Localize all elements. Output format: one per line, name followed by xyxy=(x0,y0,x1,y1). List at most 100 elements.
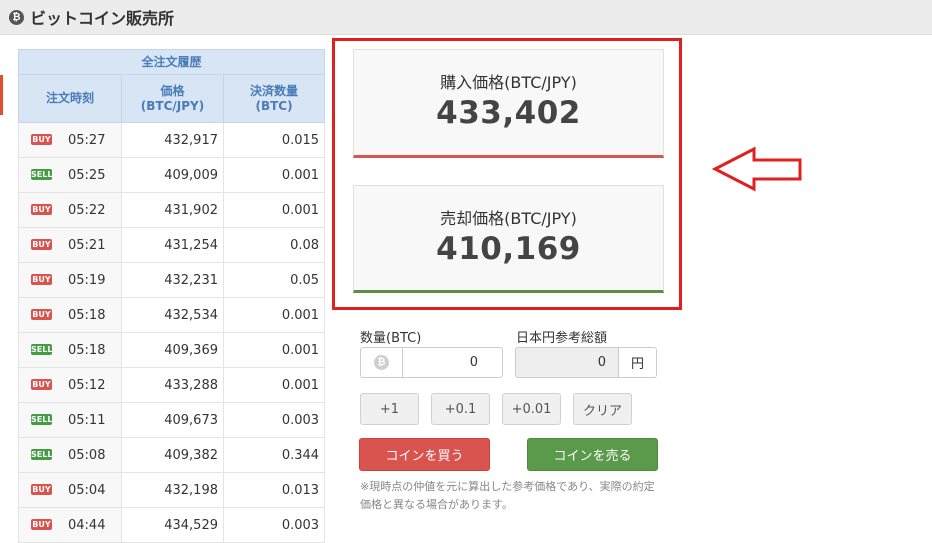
jpy-input-group: 円 xyxy=(515,347,657,378)
buy-price-label: 購入価格(BTC/JPY) xyxy=(440,73,577,92)
table-row: BUY 05:04 432,198 0.013 xyxy=(18,472,326,508)
order-price: 409,382 xyxy=(121,437,224,473)
order-time: 05:08 xyxy=(68,447,106,463)
side-badge: SELL xyxy=(31,448,53,460)
order-time: 05:25 xyxy=(68,167,106,183)
order-time: 05:18 xyxy=(68,307,106,323)
sell-coin-button[interactable]: コインを売る xyxy=(527,438,658,471)
left-arrow-icon xyxy=(712,146,802,192)
sell-price-card: 売却価格(BTC/JPY) 410,169 xyxy=(353,185,664,293)
order-quantity: 0.001 xyxy=(223,192,326,228)
quantity-label: 数量(BTC) xyxy=(360,331,422,346)
order-history-table: 全注文履歴 注文時刻 価格 (BTC/JPY) 決済数量 (BTC) BUY 05:2… xyxy=(17,49,326,543)
order-time-cell: BUY 05:22 xyxy=(18,192,122,228)
column-header-price: 価格 (BTC/JPY) xyxy=(121,74,224,123)
page-title: ビットコイン販売所 xyxy=(30,9,175,28)
order-time: 05:12 xyxy=(68,377,106,393)
title-bar: ₿ ビットコイン販売所 xyxy=(0,0,932,35)
order-time-cell: BUY 05:21 xyxy=(18,227,122,263)
sell-price-value: 410,169 xyxy=(436,231,581,267)
order-quantity: 0.003 xyxy=(223,402,326,438)
side-badge: BUY xyxy=(31,483,52,495)
order-quantity: 0.001 xyxy=(223,297,326,333)
order-time-cell: BUY 05:19 xyxy=(18,262,122,298)
order-quantity: 0.05 xyxy=(223,262,326,298)
order-price: 431,902 xyxy=(121,192,224,228)
order-time: 05:04 xyxy=(68,482,106,498)
order-history-header: 全注文履歴 xyxy=(17,49,326,75)
side-badge: BUY xyxy=(31,378,52,390)
side-tab-indicator xyxy=(0,75,3,115)
order-quantity: 0.344 xyxy=(223,437,326,473)
quantity-input-group: ₿ xyxy=(360,347,503,378)
order-quantity: 0.013 xyxy=(223,472,326,508)
clear-button[interactable]: クリア xyxy=(573,393,632,425)
column-header-quantity: 決済数量 (BTC) xyxy=(222,74,326,123)
buy-coin-button[interactable]: コインを買う xyxy=(359,438,490,471)
table-row: BUY 05:12 433,288 0.001 xyxy=(18,367,326,403)
bitcoin-icon: ₿ xyxy=(374,355,389,370)
increment-1-button[interactable]: +1 xyxy=(360,393,419,425)
order-time: 04:44 xyxy=(68,517,106,533)
order-price: 409,369 xyxy=(121,332,224,368)
order-price: 434,529 xyxy=(121,507,224,543)
jpy-total-field xyxy=(515,347,619,378)
sell-price-label: 売却価格(BTC/JPY) xyxy=(440,209,577,228)
side-badge: BUY xyxy=(31,238,52,250)
table-row: BUY 05:19 432,231 0.05 xyxy=(18,262,326,298)
order-time: 05:22 xyxy=(68,202,106,218)
buy-price-card: 購入価格(BTC/JPY) 433,402 xyxy=(353,49,664,158)
order-price: 432,534 xyxy=(121,297,224,333)
table-row: SELL 05:18 409,369 0.001 xyxy=(18,332,326,368)
btc-addon: ₿ xyxy=(360,347,402,378)
increment-0-01-button[interactable]: +0.01 xyxy=(502,393,561,425)
order-time-cell: SELL 05:08 xyxy=(18,437,122,473)
order-time-cell: SELL 05:25 xyxy=(18,157,122,193)
yen-unit: 円 xyxy=(619,347,657,378)
order-time-cell: BUY 05:04 xyxy=(18,472,122,508)
buy-price-value: 433,402 xyxy=(436,95,581,131)
table-row: BUY 04:44 434,529 0.003 xyxy=(18,507,326,543)
side-badge: BUY xyxy=(31,308,52,320)
order-quantity: 0.015 xyxy=(223,122,326,158)
order-time: 05:19 xyxy=(68,272,106,288)
order-quantity: 0.08 xyxy=(223,227,326,263)
table-row: SELL 05:25 409,009 0.001 xyxy=(18,157,326,193)
column-header-time: 注文時刻 xyxy=(18,74,122,123)
table-row: BUY 05:21 431,254 0.08 xyxy=(18,227,326,263)
price-disclaimer: ※現時点の仲値を元に算出した参考価格であり、実際の約定価格と異なる場合があります… xyxy=(360,480,655,511)
order-price: 433,288 xyxy=(121,367,224,403)
order-price: 432,198 xyxy=(121,472,224,508)
quantity-input[interactable] xyxy=(402,347,503,378)
table-row: SELL 05:11 409,673 0.003 xyxy=(18,402,326,438)
order-time-cell: SELL 05:11 xyxy=(18,402,122,438)
bitcoin-icon: ₿ xyxy=(9,9,24,25)
order-quantity: 0.001 xyxy=(223,157,326,193)
order-time: 05:21 xyxy=(68,237,106,253)
side-badge: BUY xyxy=(31,518,52,530)
side-badge: BUY xyxy=(31,203,52,215)
table-row: BUY 05:27 432,917 0.015 xyxy=(18,122,326,158)
order-price: 409,009 xyxy=(121,157,224,193)
jpy-total-label: 日本円参考総額 xyxy=(516,331,608,346)
order-time-cell: BUY 05:27 xyxy=(18,122,122,158)
order-time-cell: SELL 05:18 xyxy=(18,332,122,368)
order-time: 05:18 xyxy=(68,342,106,358)
table-row: BUY 05:22 431,902 0.001 xyxy=(18,192,326,228)
side-badge: BUY xyxy=(31,133,52,145)
side-badge: BUY xyxy=(31,273,52,285)
order-quantity: 0.003 xyxy=(223,507,326,543)
order-price: 431,254 xyxy=(121,227,224,263)
order-time-cell: BUY 05:12 xyxy=(18,367,122,403)
order-time-cell: BUY 04:44 xyxy=(18,507,122,543)
table-row: SELL 05:08 409,382 0.344 xyxy=(18,437,326,473)
order-time-cell: BUY 05:18 xyxy=(18,297,122,333)
order-time: 05:27 xyxy=(68,132,106,148)
order-time: 05:11 xyxy=(68,412,106,428)
order-price: 432,917 xyxy=(121,122,224,158)
order-quantity: 0.001 xyxy=(223,332,326,368)
side-badge: SELL xyxy=(31,168,53,180)
order-price: 432,231 xyxy=(121,262,224,298)
increment-0-1-button[interactable]: +0.1 xyxy=(431,393,490,425)
order-quantity: 0.001 xyxy=(223,367,326,403)
